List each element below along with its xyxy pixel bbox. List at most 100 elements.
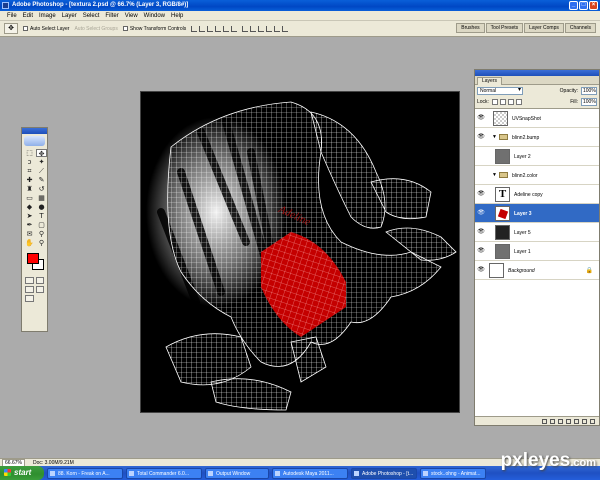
marquee-tool-icon[interactable]: ⬚: [24, 149, 35, 157]
lasso-tool-icon[interactable]: ↄ: [24, 158, 35, 166]
menu-filter[interactable]: Filter: [102, 13, 121, 19]
screen-mode-standard-button[interactable]: [25, 286, 34, 293]
menu-image[interactable]: Image: [36, 13, 59, 19]
distribute-hcenter-button[interactable]: [274, 25, 281, 32]
lock-all-icon[interactable]: [515, 98, 522, 105]
pen-tool-icon[interactable]: ✒: [24, 221, 35, 229]
slice-tool-icon[interactable]: ⟋: [36, 167, 47, 175]
new-group-icon[interactable]: [574, 418, 579, 424]
align-bottom-button[interactable]: [207, 25, 214, 32]
trash-icon[interactable]: [590, 418, 595, 424]
menu-select[interactable]: Select: [80, 13, 103, 19]
layer-group-blinn2-color[interactable]: 👁 ▼ blinn2.color: [475, 166, 599, 185]
document-canvas[interactable]: Adeline: [140, 91, 460, 413]
layer-row-layer-2[interactable]: 👁 Layer 2: [475, 147, 599, 166]
close-button[interactable]: ×: [589, 1, 598, 10]
taskbar-item-output-window[interactable]: Output Window: [205, 467, 269, 479]
zoom-tool-icon[interactable]: ⚲: [36, 239, 47, 247]
well-tab-tool-presets[interactable]: Tool Presets: [485, 23, 524, 33]
visibility-eye-icon[interactable]: 👁: [477, 191, 485, 198]
toolbox-title-bar[interactable]: [22, 128, 47, 134]
healing-brush-icon[interactable]: ✚: [24, 176, 35, 184]
group-expand-arrow-icon[interactable]: ▼: [492, 172, 497, 178]
layer-mask-icon[interactable]: [558, 418, 563, 424]
eyedropper-tool-icon[interactable]: ⚲: [36, 230, 47, 238]
layer-style-icon[interactable]: [550, 418, 555, 424]
group-expand-arrow-icon[interactable]: ▼: [492, 134, 497, 140]
layer-row-layer-5[interactable]: 👁 Layer 5: [475, 223, 599, 242]
new-layer-icon[interactable]: [582, 418, 587, 424]
maximize-button[interactable]: □: [579, 1, 588, 10]
lock-transparency-icon[interactable]: [491, 98, 498, 105]
eraser-tool-icon[interactable]: ▭: [24, 194, 35, 202]
align-hcenter-button[interactable]: [223, 25, 230, 32]
menu-view[interactable]: View: [122, 13, 141, 19]
align-top-button[interactable]: [191, 25, 198, 32]
visibility-eye-icon[interactable]: 👁: [477, 267, 485, 274]
auto-select-layer-checkbox[interactable]: Auto Select Layer: [23, 26, 69, 32]
minimize-button[interactable]: _: [569, 1, 578, 10]
layer-row-layer-1[interactable]: 👁 Layer 1: [475, 242, 599, 261]
auto-select-groups-checkbox[interactable]: Auto Select Groups: [74, 26, 117, 32]
foreground-color-swatch[interactable]: [27, 253, 39, 264]
menu-edit[interactable]: Edit: [20, 13, 36, 19]
distribute-vcenter-button[interactable]: [250, 25, 257, 32]
distribute-top-button[interactable]: [242, 25, 249, 32]
history-brush-icon[interactable]: ↺: [36, 185, 47, 193]
adjustment-layer-icon[interactable]: [566, 418, 571, 424]
adobe-logo-icon[interactable]: [24, 136, 45, 146]
tool-preset-picker[interactable]: ✥: [4, 23, 18, 34]
visibility-eye-icon[interactable]: 👁: [477, 210, 485, 217]
gradient-tool-icon[interactable]: ▦: [36, 194, 47, 202]
layer-row-adeline-copy[interactable]: 👁 T Adeline copy: [475, 185, 599, 204]
visibility-eye-icon[interactable]: 👁: [477, 229, 485, 236]
opacity-input[interactable]: 100%: [581, 86, 597, 95]
align-vcenter-button[interactable]: [199, 25, 206, 32]
well-tab-channels[interactable]: Channels: [564, 23, 596, 33]
well-tab-brushes[interactable]: Brushes: [456, 23, 485, 33]
type-tool-icon[interactable]: T: [36, 212, 47, 220]
layer-row-background[interactable]: 👁 Background 🔒: [475, 261, 599, 280]
screen-mode-full-button[interactable]: [35, 286, 44, 293]
move-tool-icon[interactable]: ✥: [36, 149, 47, 158]
magic-wand-tool-icon[interactable]: ✦: [36, 158, 47, 166]
blend-mode-select[interactable]: Normal: [477, 86, 523, 95]
taskbar-item-korn[interactable]: 88. Korn - Freak on A...: [47, 467, 123, 479]
align-right-button[interactable]: [231, 25, 238, 32]
visibility-eye-icon[interactable]: 👁: [477, 248, 485, 255]
distribute-left-button[interactable]: [266, 25, 273, 32]
brush-tool-icon[interactable]: ✎: [36, 176, 47, 184]
align-left-button[interactable]: [215, 25, 222, 32]
link-layers-icon[interactable]: [542, 418, 547, 424]
hand-tool-icon[interactable]: ✋: [24, 239, 35, 247]
shape-tool-icon[interactable]: ▢: [36, 221, 47, 229]
crop-tool-icon[interactable]: ⌗: [24, 167, 35, 175]
layer-row-uvsnapshot[interactable]: 👁 UVSnapShot: [475, 109, 599, 128]
blur-tool-icon[interactable]: ◆: [24, 203, 35, 211]
taskbar-item-animation[interactable]: stock..ohng - Animat...: [420, 467, 486, 479]
lock-pixels-icon[interactable]: [499, 98, 506, 105]
well-tab-layer-comps[interactable]: Layer Comps: [524, 23, 564, 33]
taskbar-item-maya[interactable]: Autodesk Maya 2011...: [272, 467, 348, 479]
quick-mask-button[interactable]: [35, 277, 44, 284]
start-button[interactable]: start: [0, 466, 44, 480]
menu-layer[interactable]: Layer: [59, 13, 80, 19]
tab-layers[interactable]: Layers: [477, 77, 503, 85]
visibility-eye-icon[interactable]: 👁: [477, 115, 485, 122]
clone-stamp-icon[interactable]: ♜: [24, 185, 35, 193]
distribute-right-button[interactable]: [282, 25, 289, 32]
path-selection-icon[interactable]: ➤: [24, 212, 35, 220]
taskbar-item-photoshop[interactable]: Adobe Photoshop - [t...: [351, 467, 417, 479]
menu-help[interactable]: Help: [168, 13, 186, 19]
jump-to-imageready-button[interactable]: [25, 295, 34, 302]
notes-tool-icon[interactable]: ✉: [24, 230, 35, 238]
show-transform-checkbox[interactable]: Show Transform Controls: [122, 26, 186, 32]
lock-position-icon[interactable]: [507, 98, 514, 105]
distribute-bottom-button[interactable]: [258, 25, 265, 32]
taskbar-item-total-commander[interactable]: Total Commander 6.0...: [126, 467, 202, 479]
layer-row-layer-3[interactable]: 👁 Layer 3: [475, 204, 599, 223]
standard-mode-button[interactable]: [25, 277, 34, 284]
fill-input[interactable]: 100%: [581, 97, 597, 106]
menu-file[interactable]: File: [4, 13, 20, 19]
visibility-eye-icon[interactable]: 👁: [477, 134, 485, 141]
